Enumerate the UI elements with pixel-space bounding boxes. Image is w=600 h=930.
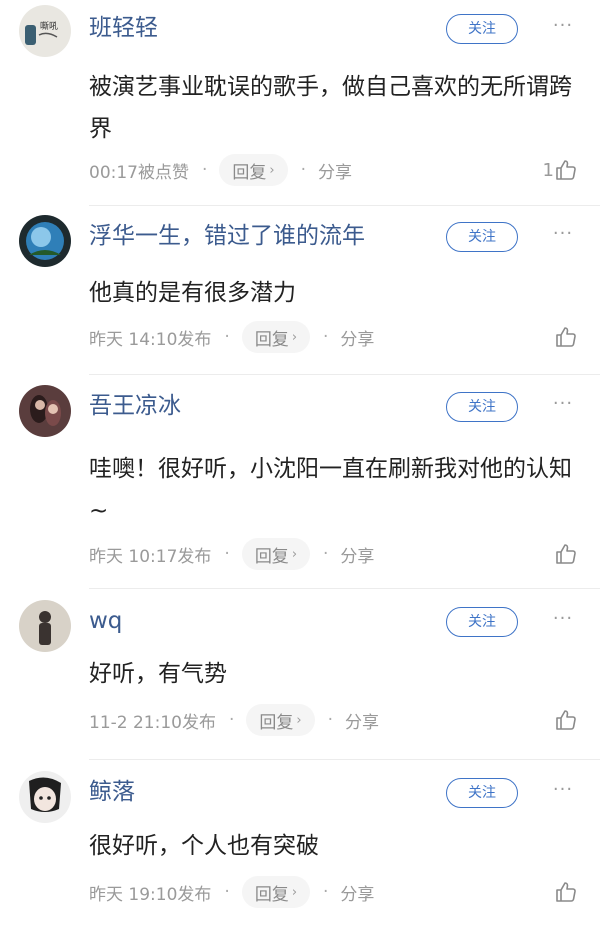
share-button[interactable]: 分享 <box>340 880 374 905</box>
like-button[interactable] <box>554 321 578 353</box>
share-button[interactable]: 分享 <box>345 708 379 733</box>
reply-label: 回复 <box>254 329 289 350</box>
chevron-right-icon: › <box>291 329 298 345</box>
thumbs-up-icon <box>556 544 576 564</box>
username[interactable]: 班轻轻 <box>89 14 158 42</box>
comment-text: 哇噢！很好听，小沈阳一直在刷新我对他的认知~ <box>89 456 572 524</box>
avatar[interactable] <box>19 771 71 823</box>
comment-item: 鲸落 关注 ··· 很好听，个人也有突破 昨天 19:10发布 · 回复 › ·… <box>0 764 600 930</box>
separator-dot: · <box>323 544 329 564</box>
reply-label: 回复 <box>254 546 289 567</box>
avatar[interactable] <box>19 600 71 652</box>
comment-text: 被演艺事业耽误的歌手，做自己喜欢的无所谓跨界 <box>89 74 572 142</box>
follow-button[interactable]: 关注 <box>446 222 518 252</box>
comment-text: 很好听，个人也有突破 <box>89 833 319 859</box>
divider <box>89 205 600 206</box>
like-button[interactable] <box>554 876 578 908</box>
comment-meta: 昨天 10:17发布 · 回复 › · 分享 <box>89 538 374 570</box>
avatar[interactable] <box>19 385 71 437</box>
comment-item: wq 关注 ··· 好听，有气势 11-2 21:10发布 · 回复 › · 分… <box>0 593 600 760</box>
like-button[interactable] <box>554 538 578 570</box>
chevron-right-icon: › <box>291 546 298 562</box>
more-icon[interactable]: ··· <box>548 778 578 806</box>
reply-button[interactable]: 回复 › <box>241 876 311 908</box>
separator-dot: · <box>228 710 235 730</box>
more-icon[interactable]: ··· <box>548 392 578 420</box>
avatar-text: 嘶吼 <box>40 20 58 32</box>
reply-label: 回复 <box>259 712 294 733</box>
timestamp: 11-2 21:10发布 <box>89 712 216 733</box>
avatar-image <box>19 215 71 267</box>
share-button[interactable]: 分享 <box>340 542 374 567</box>
divider <box>89 374 600 375</box>
thumbs-up-icon <box>556 882 576 902</box>
separator-dot: · <box>224 327 230 347</box>
avatar-image <box>19 771 71 823</box>
comment-item: 嘶吼 班轻轻 关注 ··· 被演艺事业耽误的歌手，做自己喜欢的无所谓跨界 00:… <box>0 0 600 206</box>
like-button[interactable] <box>554 704 578 736</box>
separator-dot: · <box>224 882 230 902</box>
follow-button[interactable]: 关注 <box>446 778 518 808</box>
follow-button[interactable]: 关注 <box>446 392 518 422</box>
chevron-right-icon: › <box>269 162 275 178</box>
thumbs-up-icon <box>556 710 576 730</box>
separator-dot: · <box>300 160 307 180</box>
reply-button[interactable]: 回复 › <box>219 154 288 186</box>
avatar-image <box>19 600 71 652</box>
thumbs-up-icon <box>556 160 576 180</box>
avatar-image: 嘶吼 <box>19 5 71 57</box>
separator-dot: · <box>323 327 329 347</box>
reply-button[interactable]: 回复 › <box>241 321 311 353</box>
chevron-right-icon: › <box>291 884 298 900</box>
avatar-image <box>19 385 71 437</box>
more-icon[interactable]: ··· <box>548 222 578 250</box>
follow-button[interactable]: 关注 <box>446 607 518 637</box>
timestamp: 昨天 14:10发布 <box>89 329 212 350</box>
divider <box>89 759 600 760</box>
reply-button[interactable]: 回复 › <box>246 704 315 736</box>
like-count: 1 <box>542 159 554 181</box>
reply-label: 回复 <box>232 162 267 183</box>
username[interactable]: 吾王凉冰 <box>89 392 181 420</box>
comment-meta: 昨天 14:10发布 · 回复 › · 分享 <box>89 321 374 353</box>
username[interactable]: 浮华一生，错过了谁的流年 <box>89 222 365 250</box>
reply-label: 回复 <box>254 884 289 905</box>
like-button[interactable]: 1 <box>543 154 578 186</box>
divider <box>89 588 600 589</box>
comment-meta: 00:17被点赞 · 回复 › · 分享 <box>89 154 352 186</box>
more-icon[interactable]: ··· <box>548 607 578 635</box>
username[interactable]: 鲸落 <box>89 778 135 806</box>
reply-button[interactable]: 回复 › <box>241 538 311 570</box>
timestamp: 00:17被点赞 <box>89 162 189 183</box>
more-icon[interactable]: ··· <box>548 14 578 42</box>
timestamp: 昨天 10:17发布 <box>89 546 212 567</box>
comment-item: 吾王凉冰 关注 ··· 哇噢！很好听，小沈阳一直在刷新我对他的认知~ 昨天 10… <box>0 378 600 589</box>
comment-meta: 11-2 21:10发布 · 回复 › · 分享 <box>89 704 379 736</box>
separator-dot: · <box>224 544 230 564</box>
share-button[interactable]: 分享 <box>340 325 374 350</box>
username[interactable]: wq <box>89 607 122 635</box>
comment-meta: 昨天 19:10发布 · 回复 › · 分享 <box>89 876 374 908</box>
separator-dot: · <box>323 882 329 902</box>
comment-item: 浮华一生，错过了谁的流年 关注 ··· 他真的是有很多潜力 昨天 14:10发布… <box>0 208 600 375</box>
chevron-right-icon: › <box>296 712 302 728</box>
avatar[interactable] <box>19 215 71 267</box>
comment-text: 好听，有气势 <box>89 661 227 687</box>
share-button[interactable]: 分享 <box>318 158 352 183</box>
separator-dot: · <box>327 710 333 730</box>
follow-button[interactable]: 关注 <box>446 14 518 44</box>
separator-dot: · <box>202 160 208 180</box>
timestamp: 昨天 19:10发布 <box>89 884 212 905</box>
thumbs-up-icon <box>556 327 576 347</box>
avatar[interactable]: 嘶吼 <box>19 5 71 57</box>
comment-text: 他真的是有很多潜力 <box>89 280 296 306</box>
